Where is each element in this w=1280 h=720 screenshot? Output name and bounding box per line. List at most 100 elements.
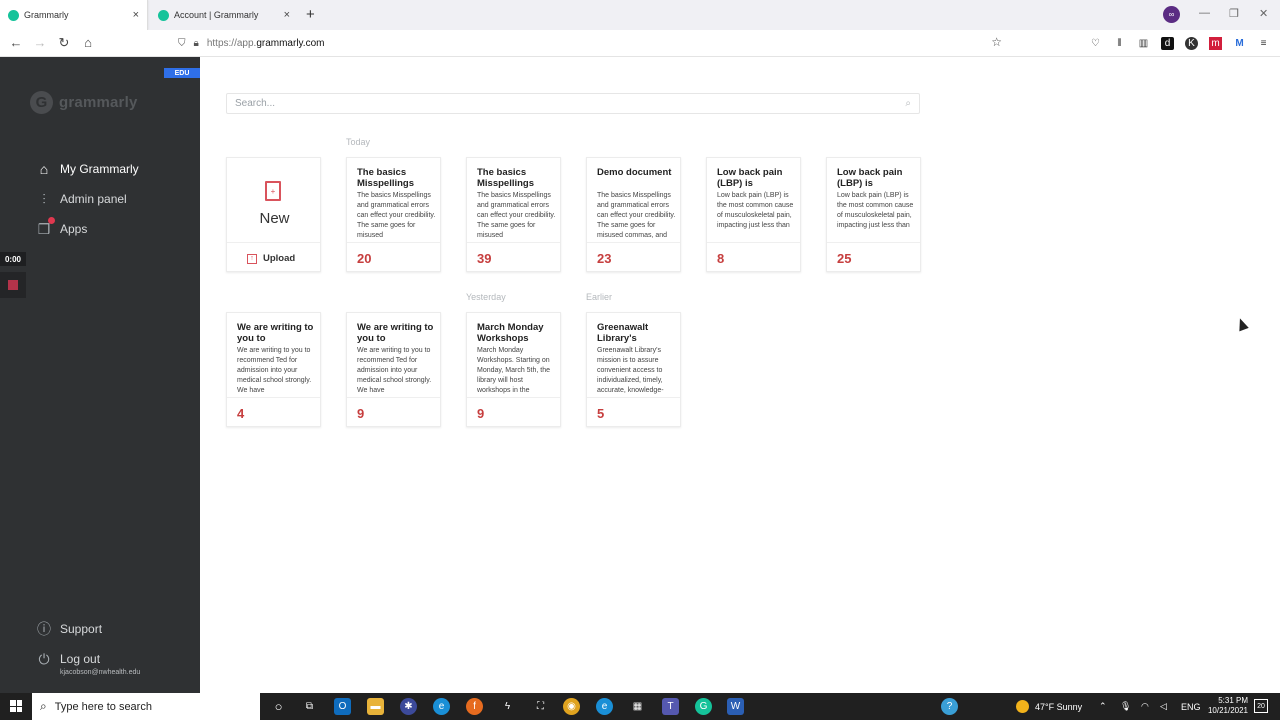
nav-bar: ← → ↻ ⌂ ⛉ 🔒︎ https://app.grammarly.com ☆… [0, 30, 1280, 57]
sidebar-item-admin-panel[interactable]: ⫶ Admin panel [34, 190, 127, 208]
issue-count: 25 [837, 251, 852, 266]
edge-icon[interactable]: e [433, 698, 450, 715]
stop-icon [8, 280, 18, 290]
firefox-icon[interactable]: f [466, 698, 483, 715]
chrome-icon[interactable]: ◉ [563, 698, 580, 715]
clock[interactable]: 5:31 PM 10/21/2021 [1196, 696, 1248, 716]
document-excerpt: Greenawalt Library's mission is to assur… [597, 347, 664, 394]
section-label-today: Today [346, 137, 371, 147]
user-email: kjacobson@nwhealth.edu [60, 669, 141, 676]
restore-icon[interactable]: ❐ [1229, 7, 1239, 20]
document-card[interactable]: Demo document The basics Misspellings an… [586, 157, 681, 272]
chevron-up-icon[interactable]: ⌃ [1099, 693, 1107, 720]
volume-icon[interactable]: ◁ [1160, 693, 1167, 720]
microphone-icon[interactable]: 🎙︎ [1120, 693, 1131, 720]
document-excerpt: March Monday Workshops. Starting on Mond… [477, 347, 551, 394]
support-link[interactable]: ⓘ Support [34, 620, 102, 638]
url-bar[interactable]: ⛉ 🔒︎ https://app.grammarly.com ☆ [178, 33, 1008, 54]
document-card[interactable]: The basics Misspellings The basics Missp… [346, 157, 441, 272]
edge-dev-icon[interactable]: e [596, 698, 613, 715]
tab-account[interactable]: Account | Grammarly × [150, 0, 298, 30]
new-document-card[interactable]: + New ↑ Upload [226, 157, 321, 272]
document-card[interactable]: We are writing to you to We are writing … [346, 312, 441, 427]
grammarly-logo[interactable]: G grammarly [30, 91, 138, 114]
library-icon[interactable]: ⫴ [1113, 37, 1126, 50]
task-view-icon[interactable]: ⧉ [301, 698, 318, 715]
taskbar-search[interactable]: ⌕ Type here to search [32, 693, 260, 720]
minimize-icon[interactable]: — [1199, 7, 1210, 19]
issue-count: 9 [357, 406, 365, 421]
file-explorer-icon[interactable]: ▬ [367, 698, 384, 715]
sidebar-item-apps[interactable]: ❒ Apps [34, 217, 87, 238]
document-excerpt: We are writing to you to recommend Ted f… [357, 347, 432, 394]
document-excerpt: The basics Misspellings and grammatical … [597, 192, 676, 239]
extension-d-icon[interactable]: d [1161, 37, 1174, 50]
clock-time: 5:31 PM [1218, 696, 1248, 705]
weather-text: 47°F Sunny [1035, 701, 1083, 712]
document-card[interactable]: Greenawalt Library's Greenawalt Library'… [586, 312, 681, 427]
back-icon[interactable]: ← [8, 35, 24, 50]
window-close-icon[interactable]: ✕ [1259, 7, 1268, 20]
power-icon: ⏻ [38, 650, 50, 667]
home-button-icon[interactable]: ⌂ [80, 35, 96, 50]
tab-grammarly[interactable]: Grammarly × [0, 0, 148, 30]
bookmark-star-icon[interactable]: ☆ [991, 35, 1002, 49]
extension-k-icon[interactable]: K [1185, 37, 1198, 50]
sidebar-item-label: My Grammarly [60, 162, 139, 176]
search-icon: ⌕ [40, 699, 47, 713]
search-icon[interactable]: ⌕ [905, 98, 911, 109]
weather-widget[interactable]: 47°F Sunny [1016, 693, 1082, 720]
url-text[interactable]: https://app.grammarly.com [207, 38, 325, 49]
document-card[interactable]: Low back pain (LBP) is Low back pain (LB… [826, 157, 921, 272]
sun-icon [1016, 700, 1029, 713]
calculator-icon[interactable]: ▦ [629, 698, 646, 715]
grammarly-favicon-icon [8, 9, 19, 21]
close-icon[interactable]: × [284, 9, 290, 21]
sidebar-item-my-grammarly[interactable]: ⌂ My Grammarly [34, 160, 139, 178]
lightning-app-icon[interactable]: ϟ [499, 698, 516, 715]
edu-badge: EDU [164, 68, 200, 78]
notifications-icon[interactable]: 20 [1254, 699, 1268, 713]
cortana-icon[interactable]: ○ [270, 698, 287, 715]
issue-count: 4 [237, 406, 245, 421]
wifi-icon[interactable]: ◠ [1141, 693, 1149, 720]
reload-icon[interactable]: ↻ [56, 35, 72, 51]
shield-icon[interactable]: ⛉ [178, 38, 186, 49]
recorder-stop-button[interactable] [0, 272, 26, 298]
issue-count: 20 [357, 251, 372, 266]
sidebar-toggle-icon[interactable]: ▥ [1137, 37, 1150, 50]
search-bar[interactable]: ⌕ [226, 93, 920, 114]
windows-start-icon[interactable] [10, 700, 22, 712]
document-excerpt: The basics Misspellings and grammatical … [477, 192, 556, 239]
close-icon[interactable]: × [133, 9, 139, 21]
new-document-icon: + [265, 181, 281, 201]
upload-button[interactable]: ↑ Upload [227, 242, 320, 271]
forward-icon[interactable]: → [32, 35, 48, 50]
grammarly-taskbar-icon[interactable]: G [695, 698, 712, 715]
teams-icon[interactable]: T [662, 698, 679, 715]
settings-app-icon[interactable]: ✱ [400, 698, 417, 715]
document-card[interactable]: The basics Misspellings The basics Missp… [466, 157, 561, 272]
logout-link[interactable]: ⏻ Log out [34, 650, 100, 668]
store-icon[interactable]: ⛶ [532, 698, 549, 715]
extension-mendeley-icon[interactable]: M [1233, 37, 1246, 50]
document-title: Greenawalt Library's [597, 322, 649, 344]
document-card[interactable]: March Monday Workshops March Monday Work… [466, 312, 561, 427]
sidebar-item-label: Admin panel [60, 192, 127, 206]
tab-title: Grammarly [24, 10, 69, 20]
section-label-yesterday: Yesterday [466, 292, 506, 302]
document-card[interactable]: We are writing to you to We are writing … [226, 312, 321, 427]
word-icon[interactable]: W [727, 698, 744, 715]
lock-icon[interactable]: 🔒︎ [194, 38, 199, 49]
help-app-icon[interactable]: ? [941, 698, 958, 715]
new-tab-button[interactable]: + [306, 6, 315, 23]
extension-m-icon[interactable]: m [1209, 37, 1222, 50]
search-input[interactable] [235, 98, 906, 109]
document-card[interactable]: Low back pain (LBP) is Low back pain (LB… [706, 157, 801, 272]
outlook-icon[interactable]: O [334, 698, 351, 715]
section-label-earlier: Earlier [586, 292, 613, 302]
menu-icon[interactable]: ≡ [1257, 37, 1270, 50]
profile-icon[interactable]: ∞ [1163, 6, 1180, 23]
pocket-icon[interactable]: ♡ [1089, 37, 1102, 50]
document-title: The basics Misspellings [477, 167, 535, 189]
